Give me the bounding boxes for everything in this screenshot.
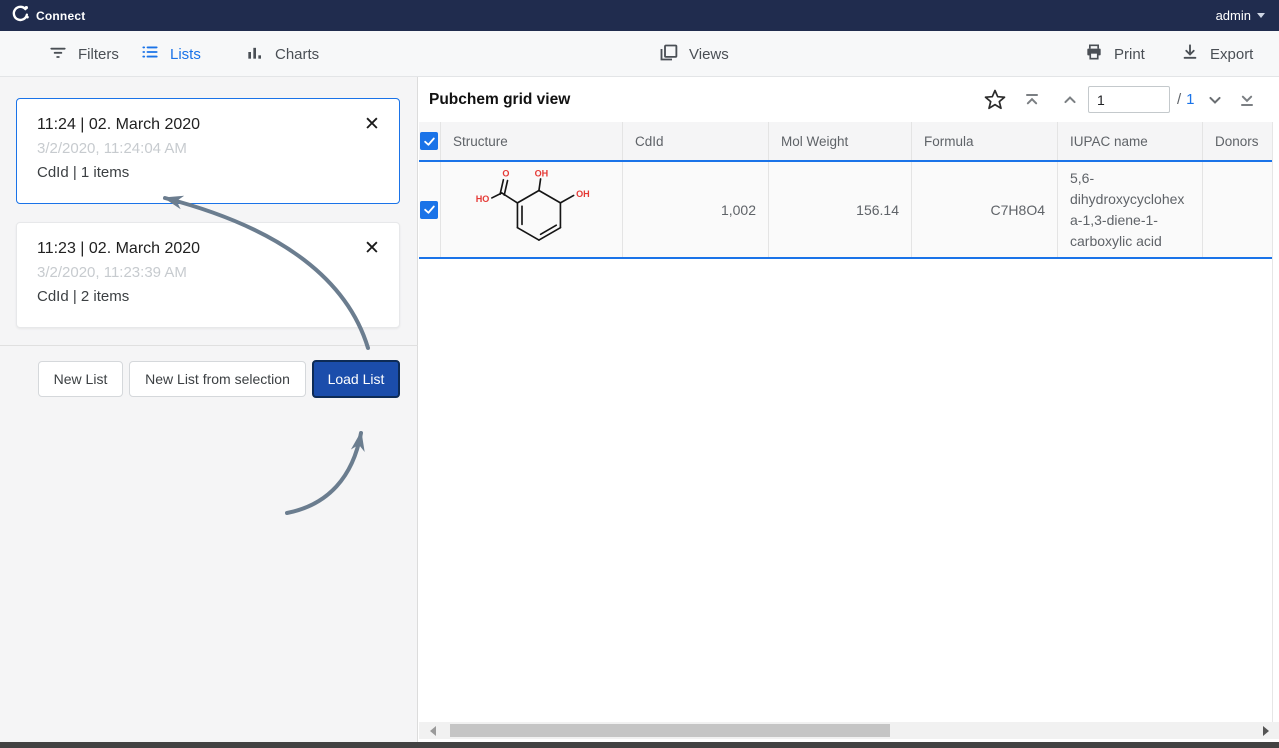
- results-table: Structure CdId Mol Weight Formula IUPAC …: [419, 122, 1272, 259]
- list-actions-divider: [0, 345, 418, 346]
- column-header-cdid[interactable]: CdId: [623, 122, 769, 160]
- printer-icon: [1084, 42, 1104, 66]
- filters-label: Filters: [78, 46, 119, 63]
- list-card-title: 11:24 | 02. March 2020: [37, 113, 379, 137]
- user-menu[interactable]: admin: [1216, 0, 1265, 31]
- brand-label: Connect: [36, 9, 85, 23]
- scroll-right-icon[interactable]: [1257, 722, 1274, 739]
- charts-button[interactable]: Charts: [245, 31, 319, 77]
- toolbar: Filters Lists Charts Views Print Export: [0, 31, 1279, 77]
- bottom-edge-bar: [0, 742, 1279, 748]
- column-header-donors[interactable]: Donors: [1203, 122, 1272, 160]
- molecule-structure: O HO OH OH: [453, 163, 610, 256]
- row-checkbox[interactable]: [420, 201, 438, 219]
- user-name: admin: [1216, 8, 1251, 23]
- mol-weight-cell: 156.14: [769, 162, 912, 257]
- lists-label: Lists: [170, 46, 201, 63]
- list-card-1123[interactable]: 11:23 | 02. March 2020 3/2/2020, 11:23:3…: [16, 222, 400, 328]
- page-number-input[interactable]: [1088, 86, 1170, 113]
- next-page-icon[interactable]: [1205, 77, 1225, 122]
- column-header-mol-weight[interactable]: Mol Weight: [769, 122, 912, 160]
- export-label: Export: [1210, 46, 1253, 63]
- select-all-cell: [419, 122, 441, 160]
- chemaxon-swirl-icon: [10, 4, 29, 28]
- formula-cell: C7H8O4: [912, 162, 1058, 257]
- last-page-icon[interactable]: [1237, 77, 1257, 122]
- views-button[interactable]: Views: [658, 31, 729, 77]
- page-separator: /: [1177, 91, 1181, 108]
- table-row[interactable]: O HO OH OH 1,002 156.14 C7H8O4 5,6-dihyd…: [419, 162, 1272, 259]
- grid-header: Pubchem grid view / 1: [419, 77, 1279, 122]
- previous-page-icon[interactable]: [1060, 77, 1080, 122]
- print-button[interactable]: Print: [1084, 31, 1145, 77]
- grid-title: Pubchem grid view: [429, 77, 570, 122]
- table-header-row: Structure CdId Mol Weight Formula IUPAC …: [419, 122, 1272, 162]
- charts-label: Charts: [275, 46, 319, 63]
- list-card-summary: CdId | 2 items: [37, 285, 379, 309]
- scroll-left-icon[interactable]: [424, 722, 441, 739]
- brand: Connect: [10, 4, 85, 28]
- bar-chart-icon: [245, 42, 265, 66]
- new-list-button[interactable]: New List: [38, 361, 123, 397]
- structure-cell: O HO OH OH: [441, 162, 623, 257]
- export-button[interactable]: Export: [1180, 31, 1253, 77]
- favorite-star-icon[interactable]: [983, 77, 1007, 122]
- atom-label-oh-top: OH: [535, 168, 549, 178]
- top-app-bar: Connect admin: [0, 0, 1279, 31]
- vertical-scrollbar-gutter: [1272, 122, 1279, 722]
- list-card-summary: CdId | 1 items: [37, 161, 379, 185]
- filter-icon: [48, 42, 68, 66]
- column-header-iupac-name[interactable]: IUPAC name: [1058, 122, 1203, 160]
- atom-label-oh-right: OH: [576, 189, 590, 199]
- print-label: Print: [1114, 46, 1145, 63]
- total-pages: 1: [1186, 91, 1194, 108]
- close-icon[interactable]: ✕: [361, 237, 383, 259]
- list-card-timestamp: 3/2/2020, 11:23:39 AM: [37, 261, 379, 285]
- filters-button[interactable]: Filters: [48, 31, 119, 77]
- close-icon[interactable]: ✕: [361, 113, 383, 135]
- atom-label-ho: HO: [476, 194, 490, 204]
- list-card-title: 11:23 | 02. March 2020: [37, 237, 379, 261]
- page-total: / 1: [1177, 77, 1195, 122]
- donors-cell: [1203, 162, 1272, 257]
- first-page-icon[interactable]: [1022, 77, 1042, 122]
- cdid-cell: 1,002: [623, 162, 769, 257]
- load-list-button[interactable]: Load List: [312, 360, 400, 398]
- list-card-1124[interactable]: 11:24 | 02. March 2020 3/2/2020, 11:24:0…: [16, 98, 400, 204]
- column-header-structure[interactable]: Structure: [441, 122, 623, 160]
- iupac-name-cell: 5,6-dihydroxycyclohexa-1,3-diene-1-carbo…: [1058, 162, 1203, 257]
- lists-panel: 11:24 | 02. March 2020 3/2/2020, 11:24:0…: [0, 77, 418, 742]
- list-icon: [140, 42, 160, 66]
- arrow-to-load-list: [287, 433, 361, 513]
- select-all-checkbox[interactable]: [420, 132, 438, 150]
- chevron-down-icon: [1257, 13, 1265, 18]
- lists-button[interactable]: Lists: [140, 31, 201, 77]
- list-card-timestamp: 3/2/2020, 11:24:04 AM: [37, 137, 379, 161]
- new-list-from-selection-button[interactable]: New List from selection: [129, 361, 306, 397]
- horizontal-scrollbar[interactable]: [419, 722, 1279, 739]
- download-icon: [1180, 42, 1200, 66]
- horizontal-scrollbar-thumb[interactable]: [450, 724, 890, 737]
- column-header-formula[interactable]: Formula: [912, 122, 1058, 160]
- row-select-cell: [419, 162, 441, 257]
- stacked-pages-icon: [658, 42, 679, 67]
- atom-label-o: O: [502, 168, 509, 178]
- views-label: Views: [689, 46, 729, 63]
